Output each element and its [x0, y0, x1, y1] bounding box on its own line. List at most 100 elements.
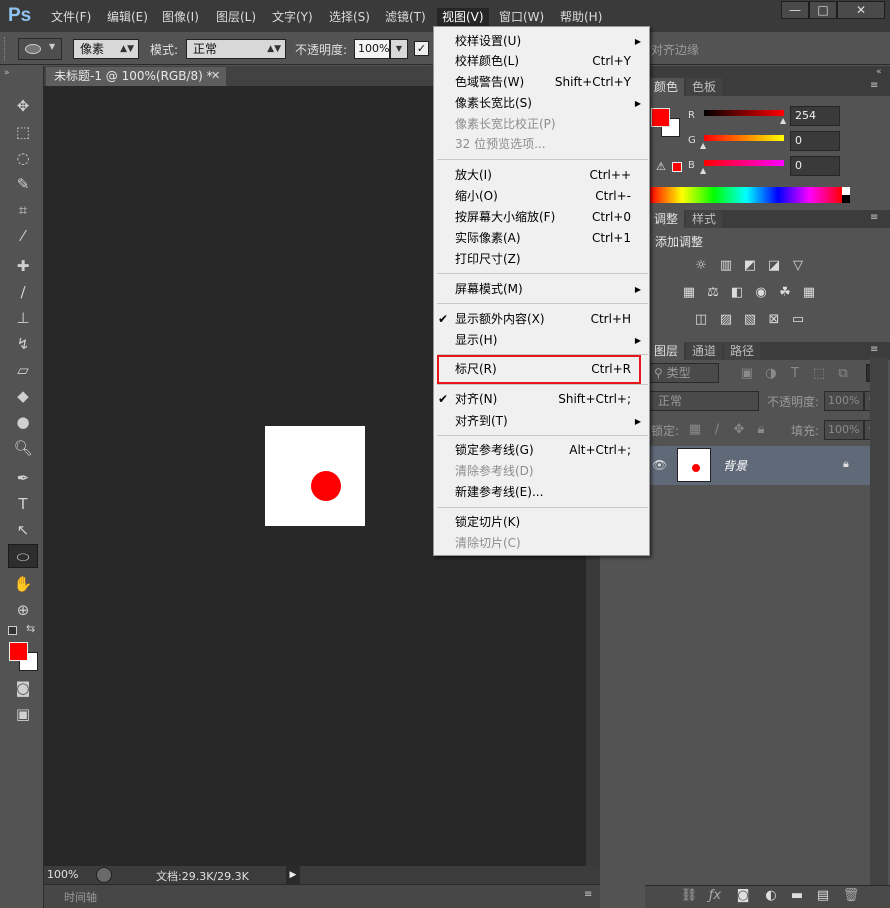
document-tab[interactable]: 未标题-1 @ 100%(RGB/8) * [46, 67, 226, 86]
quick-mask-icon[interactable]: ◙ [10, 676, 36, 700]
color-panel-foreground-swatch[interactable] [651, 108, 670, 127]
levels-icon[interactable]: ▥ [717, 258, 735, 274]
channel-mixer-icon[interactable]: ☘ [776, 285, 794, 301]
paint-bucket-tool-icon[interactable]: ◆ [10, 384, 36, 408]
menu-item-snap-to[interactable]: 对齐到(T) ▶ [434, 411, 649, 432]
menu-filter[interactable]: 滤镜(T) [383, 8, 428, 26]
history-brush-tool-icon[interactable]: ↯ [10, 332, 36, 356]
filter-smart-object-icon[interactable]: ⧉ [834, 366, 852, 382]
maximize-button[interactable]: □ [809, 1, 837, 19]
menu-item-actual-pixels[interactable]: 实际像素(A) Ctrl+1 [434, 228, 649, 249]
photo-filter-icon[interactable]: ◉ [752, 285, 770, 301]
menu-window[interactable]: 窗口(W) [497, 8, 546, 26]
tool-preset-picker[interactable]: ▼ [18, 38, 62, 60]
curves-icon[interactable]: ◩ [741, 258, 759, 274]
default-colors-icon[interactable] [8, 626, 17, 635]
g-slider-handle[interactable]: ▲ [700, 141, 706, 150]
menu-item-proof-colors[interactable]: 校样颜色(L) Ctrl+Y [434, 51, 649, 72]
tab-swatches[interactable]: 色板 [686, 78, 723, 96]
menu-item-lock-slices[interactable]: 锁定切片(K) [434, 512, 649, 533]
move-tool-icon[interactable]: ✥ [10, 94, 36, 118]
blur-tool-icon[interactable]: ● [10, 410, 36, 434]
opacity-input[interactable]: 100% [354, 39, 390, 59]
color-lookup-icon[interactable]: ▦ [800, 285, 818, 301]
pen-tool-icon[interactable]: ✒ [10, 466, 36, 490]
shape-mode-select[interactable]: 像素 ▲▼ [73, 39, 139, 59]
foreground-color-swatch[interactable] [9, 642, 28, 661]
black-white-swatch[interactable] [842, 187, 850, 203]
menu-type[interactable]: 文字(Y) [270, 8, 315, 26]
healing-brush-tool-icon[interactable]: ✚ [10, 254, 36, 278]
g-value-input[interactable]: 0 [790, 131, 840, 151]
status-menu-icon[interactable] [96, 867, 112, 883]
menu-item-snap[interactable]: ✔ 对齐(N) Shift+Ctrl+; [434, 389, 649, 410]
threshold-icon[interactable]: ▧ [741, 312, 759, 328]
menu-item-zoom-out[interactable]: 缩小(O) Ctrl+- [434, 186, 649, 207]
posterize-icon[interactable]: ▨ [717, 312, 735, 328]
screen-mode-icon[interactable]: ▣ [10, 702, 36, 726]
layer-blend-mode-select[interactable]: 正常 [649, 391, 759, 411]
menu-item-screen-mode[interactable]: 屏幕模式(M) ▶ [434, 279, 649, 300]
color-spectrum-bar[interactable] [650, 187, 842, 203]
lasso-tool-icon[interactable]: ◌ [10, 146, 36, 170]
collapse-panels-icon[interactable]: « [876, 67, 882, 77]
tab-paths[interactable]: 路径 [724, 342, 761, 360]
color-balance-icon[interactable]: ⚖ [704, 285, 722, 301]
gamut-color-swatch[interactable] [672, 162, 682, 172]
minimize-button[interactable]: — [781, 1, 809, 19]
stamp-tool-icon[interactable]: ⊥ [10, 306, 36, 330]
tab-channels[interactable]: 通道 [686, 342, 723, 360]
lock-image-icon[interactable]: ∕ [708, 422, 726, 438]
menu-view[interactable]: 视图(V) [437, 8, 489, 26]
filter-adjustment-icon[interactable]: ◑ [762, 366, 780, 382]
r-slider-handle[interactable]: ▲ [780, 116, 786, 125]
r-slider[interactable] [704, 110, 784, 116]
selective-color-icon[interactable]: ⊠ [765, 312, 783, 328]
menu-item-zoom-in[interactable]: 放大(I) Ctrl++ [434, 165, 649, 186]
gradient-map-icon[interactable]: ▭ [789, 312, 807, 328]
menu-help[interactable]: 帮助(H) [558, 8, 604, 26]
panel-menu-icon[interactable]: ≡ [584, 889, 592, 900]
layer-visibility-eye-icon[interactable]: 👁︎ [652, 458, 667, 472]
layer-name[interactable]: 背景 [723, 457, 747, 474]
status-expand-icon[interactable]: ▶ [286, 866, 300, 884]
tab-adjustments[interactable]: 调整 [648, 210, 685, 228]
b-value-input[interactable]: 0 [790, 156, 840, 176]
close-button[interactable]: ✕ [837, 1, 885, 19]
menu-item-new-guide[interactable]: 新建参考线(E)... [434, 482, 649, 503]
antialias-checkbox[interactable]: ✓ [414, 41, 429, 56]
dodge-tool-icon[interactable]: 🔍︎ [10, 436, 36, 460]
menu-item-lock-guides[interactable]: 锁定参考线(G) Alt+Ctrl+; [434, 440, 649, 461]
b-slider[interactable] [704, 160, 784, 166]
layer-opacity-input[interactable]: 100% [824, 391, 864, 411]
menu-item-show[interactable]: 显示(H) ▶ [434, 330, 649, 351]
gamut-warning-icon[interactable]: ⚠ [656, 160, 666, 173]
new-group-icon[interactable]: ▬ [788, 888, 806, 904]
quick-select-tool-icon[interactable]: ✎ [10, 172, 36, 196]
timeline-label[interactable]: 时间轴 [64, 889, 97, 905]
brightness-icon[interactable]: ☼ [692, 258, 710, 274]
menu-file[interactable]: 文件(F) [49, 8, 93, 26]
hand-tool-icon[interactable]: ✋ [10, 572, 36, 596]
layer-filter-select[interactable]: ⚲ 类型 [649, 363, 719, 383]
tab-color[interactable]: 颜色 [648, 78, 685, 96]
zoom-level[interactable]: 100% [47, 868, 78, 881]
close-document-icon[interactable]: ✕ [211, 69, 220, 82]
menu-item-print-size[interactable]: 打印尺寸(Z) [434, 249, 649, 270]
panel-menu-icon[interactable]: ≡ [870, 344, 878, 355]
collapse-toolbox-icon[interactable]: » [4, 68, 10, 78]
exposure-icon[interactable]: ◪ [765, 258, 783, 274]
lock-position-icon[interactable]: ✥ [730, 422, 748, 438]
tab-layers[interactable]: 图层 [648, 342, 685, 360]
new-adjustment-icon[interactable]: ◐ [762, 888, 780, 904]
opacity-dropdown-button[interactable]: ▼ [390, 39, 408, 59]
panel-menu-icon[interactable]: ≡ [870, 212, 878, 223]
r-value-input[interactable]: 254 [790, 106, 840, 126]
path-select-tool-icon[interactable]: ↖ [10, 518, 36, 542]
swap-colors-icon[interactable]: ⇆ [26, 622, 35, 635]
menu-image[interactable]: 图像(I) [160, 8, 201, 26]
vibrance-icon[interactable]: ▽ [789, 258, 807, 274]
type-tool-icon[interactable]: T [10, 492, 36, 516]
panel-menu-icon[interactable]: ≡ [870, 80, 878, 91]
menu-item-fit-on-screen[interactable]: 按屏幕大小缩放(F) Ctrl+0 [434, 207, 649, 228]
